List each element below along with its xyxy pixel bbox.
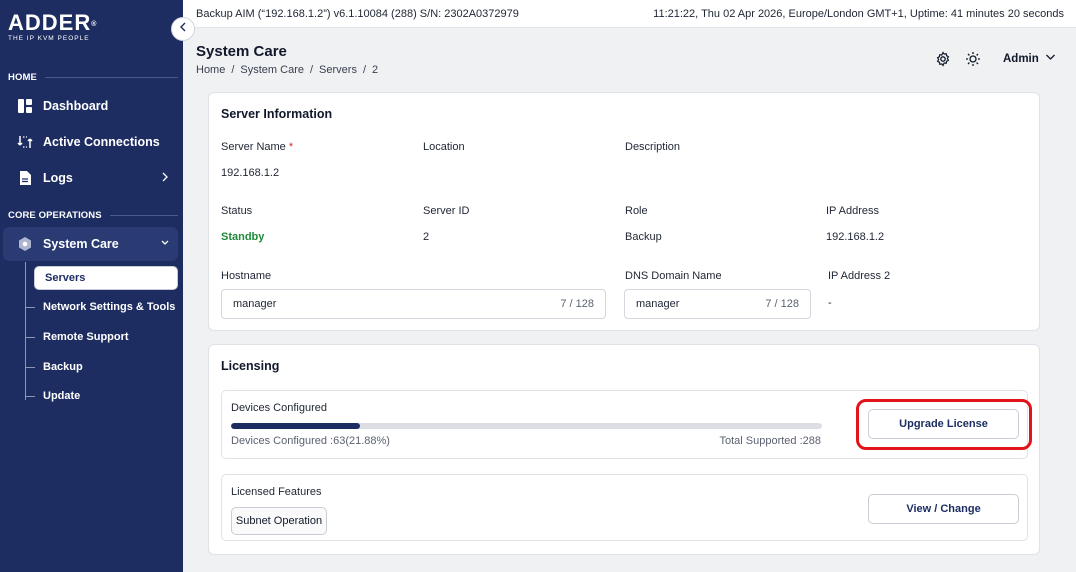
- required-mark: *: [288, 141, 294, 153]
- sidebar-subitem-backup-label: Backup: [43, 361, 83, 373]
- description-label: Description: [625, 141, 681, 153]
- chevron-right-icon: [160, 171, 170, 186]
- ip-address-2-value: -: [828, 297, 832, 309]
- sidebar-item-system-care[interactable]: System Care: [3, 227, 178, 261]
- devices-progress-fill: [231, 423, 361, 429]
- feature-chip-subnet-operation: Subnet Operation: [231, 507, 327, 535]
- sidebar-item-active-connections[interactable]: Active Connections: [3, 125, 178, 159]
- sidebar-subitem-network-label: Network Settings & Tools: [43, 301, 176, 313]
- devices-configured-label: Devices Configured: [231, 402, 327, 414]
- dashboard-icon: [16, 97, 34, 115]
- theme-sun-icon: [965, 51, 981, 72]
- server-name-label: Server Name *: [221, 141, 293, 153]
- sidebar-subitem-remote-support-label: Remote Support: [43, 331, 129, 343]
- devices-configured-count-text: Devices Configured :63(21.88%): [231, 435, 390, 447]
- view-change-button[interactable]: View / Change: [868, 494, 1019, 524]
- section-label-home: HOME: [8, 72, 178, 83]
- user-name: Admin: [1003, 52, 1039, 65]
- sidebar-subitem-network-settings[interactable]: Network Settings & Tools: [25, 295, 175, 319]
- top-status-bar: Backup AIM (“192.168.1.2”) v6.1.10084 (2…: [183, 0, 1076, 28]
- server-information-title: Server Information: [221, 107, 333, 121]
- breadcrumb-home[interactable]: Home: [196, 64, 225, 76]
- chevron-down-icon: [1045, 52, 1056, 65]
- status-value: Standby: [221, 231, 265, 243]
- sidebar-subitem-update-label: Update: [43, 390, 81, 402]
- dns-domain-char-count: 7 / 128: [765, 298, 799, 310]
- system-care-icon: [16, 235, 34, 253]
- logs-icon: [16, 169, 34, 187]
- sidebar-item-logs-label: Logs: [43, 171, 73, 185]
- section-divider: [44, 77, 178, 78]
- location-label: Location: [423, 141, 465, 153]
- dns-domain-input[interactable]: manager 7 / 128: [624, 289, 811, 319]
- sidebar: ADDER® THE IP KVM PEOPLE HOME Dashboard …: [0, 0, 183, 572]
- sidebar-item-dashboard[interactable]: Dashboard: [3, 89, 178, 123]
- sidebar-item-system-care-label: System Care: [43, 237, 119, 251]
- ip-address-label: IP Address: [826, 205, 879, 217]
- brand-name: ADDER: [8, 10, 92, 35]
- user-menu[interactable]: Admin: [1003, 52, 1056, 65]
- breadcrumb-separator: /: [231, 64, 235, 76]
- breadcrumb: Home / System Care / Servers / 2: [196, 64, 378, 76]
- system-clock-uptime: 11:21:22, Thu 02 Apr 2026, Europe/London…: [653, 8, 1064, 20]
- adder-logo[interactable]: ADDER® THE IP KVM PEOPLE: [8, 10, 98, 43]
- hostname-input[interactable]: manager 7 / 128: [221, 289, 606, 319]
- theme-toggle-button[interactable]: [965, 51, 981, 72]
- sidebar-collapse-button[interactable]: [171, 17, 195, 41]
- licensing-title: Licensing: [221, 359, 280, 373]
- role-value: Backup: [625, 231, 662, 243]
- brand-tagline: THE IP KVM PEOPLE: [8, 35, 90, 42]
- section-label-home-text: HOME: [8, 72, 37, 83]
- server-id-value: 2: [423, 231, 430, 243]
- breadcrumb-current: 2: [372, 64, 379, 76]
- sidebar-item-logs[interactable]: Logs: [3, 161, 178, 195]
- server-name-value: 192.168.1.2: [221, 167, 280, 179]
- brand-registered-mark: ®: [91, 21, 98, 28]
- role-label: Role: [625, 205, 648, 217]
- licensed-features-label: Licensed Features: [231, 486, 322, 498]
- page-title: System Care: [196, 43, 287, 60]
- devices-progress-bar: [231, 423, 822, 429]
- hostname-char-count: 7 / 128: [560, 298, 594, 310]
- ip-address-2-label: IP Address 2: [828, 270, 891, 282]
- section-label-core-text: CORE OPERATIONS: [8, 210, 102, 221]
- ip-address-value: 192.168.1.2: [826, 231, 885, 243]
- sidebar-subitem-backup[interactable]: Backup: [25, 355, 83, 379]
- section-label-core-operations: CORE OPERATIONS: [8, 210, 178, 221]
- sidebar-subitem-update[interactable]: Update: [25, 384, 80, 408]
- dns-domain-input-value: manager: [636, 298, 680, 310]
- dns-domain-label: DNS Domain Name: [625, 270, 722, 282]
- sidebar-subitem-remote-support[interactable]: Remote Support: [25, 325, 129, 349]
- hostname-label: Hostname: [221, 270, 272, 282]
- breadcrumb-system-care[interactable]: System Care: [240, 64, 304, 76]
- breadcrumb-servers[interactable]: Servers: [319, 64, 357, 76]
- devices-configured-count: Devices Configured :63(21.88%): [231, 435, 390, 447]
- settings-gear-icon: [935, 51, 951, 72]
- breadcrumb-separator: /: [362, 64, 367, 76]
- server-id-label: Server ID: [423, 205, 470, 217]
- upgrade-license-highlight: [856, 399, 1032, 450]
- status-label: Status: [221, 205, 253, 217]
- sidebar-subitem-servers-label: Servers: [45, 272, 86, 284]
- connections-icon: [16, 133, 34, 151]
- collapse-chevron-left-icon: [178, 20, 188, 38]
- sidebar-subitem-servers[interactable]: Servers: [34, 266, 178, 290]
- server-information-card: Server Information Server Name * 192.168…: [208, 92, 1040, 331]
- section-divider: [109, 215, 178, 216]
- total-supported: Total Supported :288: [719, 435, 821, 447]
- system-version-info: Backup AIM (“192.168.1.2”) v6.1.10084 (2…: [196, 8, 519, 20]
- sidebar-item-active-connections-label: Active Connections: [43, 135, 160, 149]
- sidebar-item-dashboard-label: Dashboard: [43, 99, 109, 113]
- breadcrumb-separator: /: [309, 64, 314, 76]
- chevron-down-icon: [160, 237, 170, 252]
- hostname-input-value: manager: [233, 298, 277, 310]
- server-name-label-text: Server Name: [221, 141, 286, 153]
- settings-button[interactable]: [935, 51, 951, 72]
